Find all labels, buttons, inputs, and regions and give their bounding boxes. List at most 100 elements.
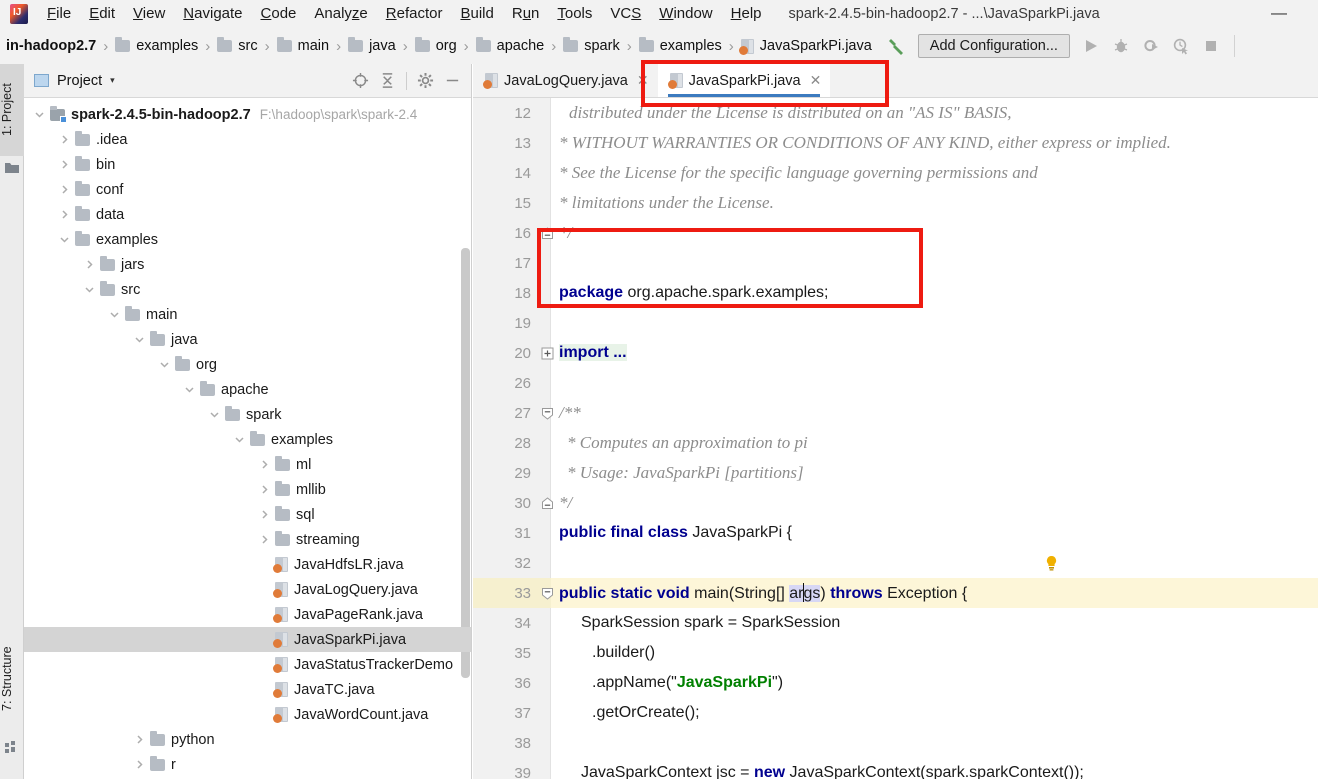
breadcrumb-item-javasparkpi-java[interactable]: JavaSparkPi.java <box>738 38 872 55</box>
profile-icon[interactable] <box>1172 37 1190 55</box>
tree-folder-row[interactable]: data <box>24 202 471 227</box>
chevron-right-icon[interactable] <box>134 734 145 745</box>
code-line[interactable]: 34 SparkSession spark = SparkSession <box>473 608 1318 638</box>
code-line[interactable]: 16 */ <box>473 218 1318 248</box>
run-icon[interactable] <box>1082 37 1100 55</box>
tree-folder-row[interactable]: conf <box>24 177 471 202</box>
chevron-down-icon[interactable] <box>109 309 120 320</box>
locate-target-icon[interactable] <box>352 72 369 89</box>
code-editor[interactable]: 12 distributed under the License is distr… <box>473 98 1318 779</box>
chevron-down-icon[interactable] <box>184 384 195 395</box>
tree-folder-row[interactable]: java <box>24 327 471 352</box>
tree-folder-row[interactable]: .idea <box>24 127 471 152</box>
tree-folder-row[interactable]: examples <box>24 227 471 252</box>
chevron-down-icon[interactable] <box>159 359 170 370</box>
chevron-down-icon[interactable] <box>34 109 45 120</box>
menu-tools[interactable]: Tools <box>548 2 601 26</box>
fold-expand-icon[interactable] <box>541 347 554 360</box>
chevron-down-icon[interactable] <box>134 334 145 345</box>
code-line[interactable]: 36 .appName("JavaSparkPi") <box>473 668 1318 698</box>
chevron-right-icon[interactable] <box>59 184 70 195</box>
fold-collapse-start-icon[interactable] <box>541 587 554 600</box>
tree-folder-row[interactable]: python <box>24 727 471 752</box>
breadcrumb-item-examples[interactable]: examples <box>115 37 198 54</box>
tree-folder-row[interactable]: mllib <box>24 477 471 502</box>
tree-folder-row[interactable]: jars <box>24 252 471 277</box>
code-line[interactable]: 29 * Usage: JavaSparkPi [partitions] <box>473 458 1318 488</box>
chevron-right-icon[interactable] <box>259 509 270 520</box>
chevron-right-icon[interactable] <box>59 209 70 220</box>
fold-collapse-start-icon[interactable] <box>541 407 554 420</box>
code-line[interactable]: 38 <box>473 728 1318 758</box>
chevron-down-icon[interactable] <box>209 409 220 420</box>
breadcrumb-item-in-hadoop2-7[interactable]: in-hadoop2.7 <box>6 38 96 54</box>
tree-folder-row[interactable]: spark <box>24 402 471 427</box>
code-line[interactable]: 19 <box>473 308 1318 338</box>
breadcrumb-item-examples[interactable]: examples <box>638 37 722 54</box>
chevron-right-icon[interactable] <box>84 259 95 270</box>
chevron-down-icon[interactable] <box>84 284 95 295</box>
code-line[interactable]: 39 JavaSparkContext jsc = new JavaSparkCo… <box>473 758 1318 779</box>
tree-folder-row[interactable]: examples <box>24 427 471 452</box>
chevron-right-icon[interactable] <box>59 134 70 145</box>
tree-folder-row[interactable]: apache <box>24 377 471 402</box>
code-line[interactable]: 32 <box>473 548 1318 578</box>
tree-folder-row[interactable]: main <box>24 302 471 327</box>
breadcrumb-item-src[interactable]: src <box>217 37 258 54</box>
build-hammer-icon[interactable] <box>886 35 908 57</box>
tree-folder-row[interactable]: sql <box>24 502 471 527</box>
collapse-all-icon[interactable] <box>379 72 396 89</box>
tree-file-row[interactable]: JavaSparkPi.java <box>24 627 471 652</box>
close-icon[interactable]: ✕ <box>810 72 822 89</box>
breadcrumb-item-spark[interactable]: spark <box>563 37 620 54</box>
debug-icon[interactable] <box>1112 37 1130 55</box>
menu-build[interactable]: Build <box>451 2 502 26</box>
menu-file[interactable]: File <box>38 2 80 26</box>
fold-collapse-end-icon[interactable] <box>541 496 554 510</box>
run-with-coverage-icon[interactable] <box>1142 37 1160 55</box>
settings-gear-icon[interactable] <box>417 72 434 89</box>
tree-folder-row[interactable]: spark-2.4.5-bin-hadoop2.7 F:\hadoop\spark… <box>24 102 471 127</box>
code-line[interactable]: 30 */ <box>473 488 1318 518</box>
code-line[interactable]: 26 <box>473 368 1318 398</box>
menu-navigate[interactable]: Navigate <box>174 2 251 26</box>
code-line[interactable]: 12 distributed under the License is distr… <box>473 98 1318 128</box>
tree-file-row[interactable]: JavaLogQuery.java <box>24 577 471 602</box>
intention-bulb-icon[interactable] <box>1045 555 1058 571</box>
menu-code[interactable]: Code <box>252 2 306 26</box>
code-line[interactable]: 14 * See the License for the specific lan… <box>473 158 1318 188</box>
breadcrumb-item-java[interactable]: java <box>348 37 396 54</box>
code-line[interactable]: 15 * limitations under the License. <box>473 188 1318 218</box>
menu-vcs[interactable]: VCS <box>601 2 650 26</box>
breadcrumb-item-main[interactable]: main <box>276 37 329 54</box>
project-tree[interactable]: spark-2.4.5-bin-hadoop2.7 F:\hadoop\spark… <box>24 98 471 779</box>
chevron-right-icon[interactable] <box>59 159 70 170</box>
sidebar-item-favorites[interactable]: rites <box>0 764 24 779</box>
menu-refactor[interactable]: Refactor <box>377 2 452 26</box>
code-line[interactable]: 20 import ... <box>473 338 1318 368</box>
tree-folder-row[interactable]: src <box>24 277 471 302</box>
code-line[interactable]: 37 .getOrCreate(); <box>473 698 1318 728</box>
menu-edit[interactable]: Edit <box>80 2 124 26</box>
code-line[interactable]: 17 <box>473 248 1318 278</box>
chevron-down-icon[interactable] <box>59 234 70 245</box>
fold-collapse-end-icon[interactable] <box>541 226 554 240</box>
editor-tab-active[interactable]: JavaSparkPi.java ✕ <box>657 64 831 97</box>
chevron-right-icon[interactable] <box>134 759 145 770</box>
code-line[interactable]: 31 public final class JavaSparkPi { <box>473 518 1318 548</box>
code-line[interactable]: 27 /** <box>473 398 1318 428</box>
tree-folder-row[interactable]: ml <box>24 452 471 477</box>
sidebar-item-project[interactable]: 1: Project <box>0 64 24 156</box>
hide-panel-icon[interactable] <box>444 72 461 89</box>
chevron-right-icon[interactable] <box>259 534 270 545</box>
menu-help[interactable]: Help <box>722 2 771 26</box>
tree-file-row[interactable]: JavaHdfsLR.java <box>24 552 471 577</box>
tree-file-row[interactable]: JavaWordCount.java <box>24 702 471 727</box>
tree-file-row[interactable]: JavaStatusTrackerDemo <box>24 652 471 677</box>
code-line[interactable]: 18 package org.apache.spark.examples; <box>473 278 1318 308</box>
tree-folder-row[interactable]: org <box>24 352 471 377</box>
code-line[interactable]: 28 * Computes an approximation to pi <box>473 428 1318 458</box>
close-icon[interactable]: ✕ <box>637 72 649 89</box>
tree-folder-row[interactable]: streaming <box>24 527 471 552</box>
chevron-down-icon[interactable] <box>234 434 245 445</box>
